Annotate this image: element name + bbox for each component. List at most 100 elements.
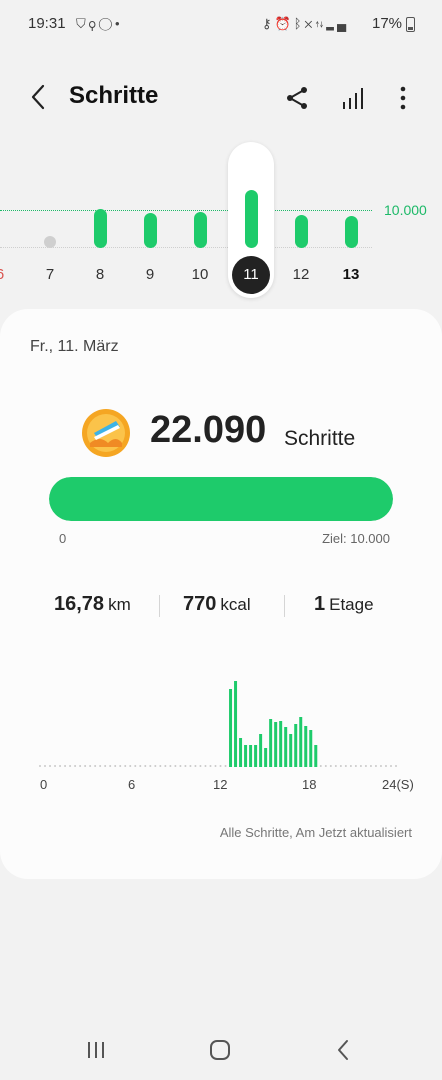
hourly-empty-dot xyxy=(204,765,207,767)
whatsapp-icon: ◯ xyxy=(98,16,115,31)
hourly-empty-dot xyxy=(104,765,107,767)
week-day-label[interactable]: 6 xyxy=(0,266,15,283)
week-day-label[interactable]: 11 xyxy=(232,256,270,294)
hourly-empty-dot xyxy=(154,765,157,767)
goal-line xyxy=(0,210,372,211)
week-bar[interactable] xyxy=(345,215,358,248)
week-day-label[interactable]: 12 xyxy=(286,266,316,283)
week-day-label[interactable]: 9 xyxy=(135,266,165,283)
back-button[interactable] xyxy=(24,82,54,112)
hourly-bar xyxy=(289,734,293,767)
hourly-empty-dot xyxy=(44,765,47,767)
hourly-bar xyxy=(254,745,258,767)
status-time: 19:31 xyxy=(28,15,66,32)
hourly-empty-dot xyxy=(89,765,92,767)
week-bar[interactable] xyxy=(144,212,157,248)
week-day-label[interactable]: 8 xyxy=(85,266,115,283)
axis-label-24: 24(S) xyxy=(382,777,414,792)
baseline xyxy=(0,247,372,248)
update-note: Alle Schritte, Am Jetzt aktualisiert xyxy=(219,825,412,840)
more-vert-icon xyxy=(400,86,406,110)
hourly-bar xyxy=(249,745,253,767)
hourly-bar xyxy=(309,730,313,767)
hourly-empty-dot xyxy=(54,765,57,767)
hourly-empty-dot xyxy=(59,765,62,767)
recent-apps-icon xyxy=(88,1042,104,1058)
more-options-button[interactable] xyxy=(390,84,416,112)
hourly-bar xyxy=(279,721,283,767)
hourly-empty-dot xyxy=(129,765,132,767)
hourly-bar xyxy=(269,719,273,767)
hourly-empty-dot xyxy=(139,765,142,767)
hourly-empty-dot xyxy=(164,765,167,767)
home-icon xyxy=(210,1040,230,1060)
bar-chart-icon xyxy=(343,88,363,109)
hourly-bar xyxy=(304,726,308,767)
status-bar: 19:31 ⛉⚲◯• ⚷⏰ᛒ✕⇅▂▄ 17% xyxy=(0,0,442,48)
week-bar[interactable] xyxy=(94,209,107,248)
floors-unit: Etage xyxy=(329,595,374,614)
hourly-empty-dot xyxy=(199,765,202,767)
distance-unit: km xyxy=(108,595,131,614)
hourly-bar xyxy=(274,722,278,767)
day-summary-card: Fr., 11. März 22.090 Schritte 0 Ziel: 10… xyxy=(0,309,442,879)
hourly-empty-dot xyxy=(134,765,137,767)
hourly-empty-dot xyxy=(219,765,222,767)
calories-unit: kcal xyxy=(220,595,251,614)
hourly-bar xyxy=(244,745,248,767)
hourly-empty-dot xyxy=(374,765,377,767)
week-day-label[interactable]: 13 xyxy=(336,266,366,283)
nav-back-button[interactable] xyxy=(330,1036,358,1064)
week-day-label[interactable]: 10 xyxy=(185,266,215,283)
bluetooth-icon: ᛒ xyxy=(293,16,305,31)
hourly-empty-dot xyxy=(339,765,342,767)
week-day-label[interactable]: 7 xyxy=(35,266,65,283)
week-bar[interactable] xyxy=(295,214,308,248)
nav-back-icon xyxy=(338,1040,348,1060)
week-bar[interactable] xyxy=(245,190,258,248)
shield-icon: ⛉ xyxy=(76,16,89,31)
goal-progress-bar xyxy=(49,477,393,521)
hourly-empty-dot xyxy=(189,765,192,767)
status-right-icons: ⚷⏰ᛒ✕⇅▂▄ xyxy=(262,16,349,32)
hourly-empty-dot xyxy=(144,765,147,767)
hourly-empty-dot xyxy=(124,765,127,767)
hourly-empty-dot xyxy=(224,765,227,767)
hourly-empty-dot xyxy=(109,765,112,767)
page-title: Schritte xyxy=(69,82,159,109)
hourly-bar xyxy=(314,745,318,767)
stats-button[interactable] xyxy=(340,84,366,112)
battery-icon xyxy=(406,17,415,32)
hourly-empty-dot xyxy=(179,765,182,767)
hourly-empty-dot xyxy=(94,765,97,767)
hourly-empty-dot xyxy=(84,765,87,767)
hourly-empty-dot xyxy=(369,765,372,767)
hourly-bar xyxy=(234,681,238,767)
stat-divider xyxy=(284,595,285,617)
hourly-empty-dot xyxy=(159,765,162,767)
progress-goal-label: Ziel: 10.000 xyxy=(322,531,390,546)
goal-progress-fill xyxy=(49,477,393,521)
weekly-steps-chart[interactable]: 10.000 6 7 8 9 10 11 12 13 xyxy=(0,140,442,300)
hourly-empty-dot xyxy=(119,765,122,767)
axis-label-6: 6 xyxy=(128,777,136,792)
recent-apps-button[interactable] xyxy=(82,1036,110,1064)
hourly-empty-dot xyxy=(169,765,172,767)
steps-badge-icon xyxy=(82,409,130,457)
signal-icon: ▂▄ xyxy=(326,16,350,31)
hourly-empty-dot xyxy=(359,765,362,767)
hourly-empty-dot xyxy=(114,765,117,767)
hourly-empty-dot xyxy=(209,765,212,767)
week-bar[interactable] xyxy=(194,211,207,248)
hourly-empty-dot xyxy=(389,765,392,767)
week-empty-dot xyxy=(44,236,56,248)
dot-icon: • xyxy=(114,16,123,31)
hourly-empty-dot xyxy=(324,765,327,767)
distance-stat: 16,78 km xyxy=(54,593,131,616)
chevron-left-icon xyxy=(31,84,45,110)
share-button[interactable] xyxy=(284,84,310,112)
hourly-empty-dot xyxy=(395,765,397,767)
hourly-empty-dot xyxy=(364,765,367,767)
hourly-bar xyxy=(239,738,243,767)
home-button[interactable] xyxy=(206,1036,234,1064)
